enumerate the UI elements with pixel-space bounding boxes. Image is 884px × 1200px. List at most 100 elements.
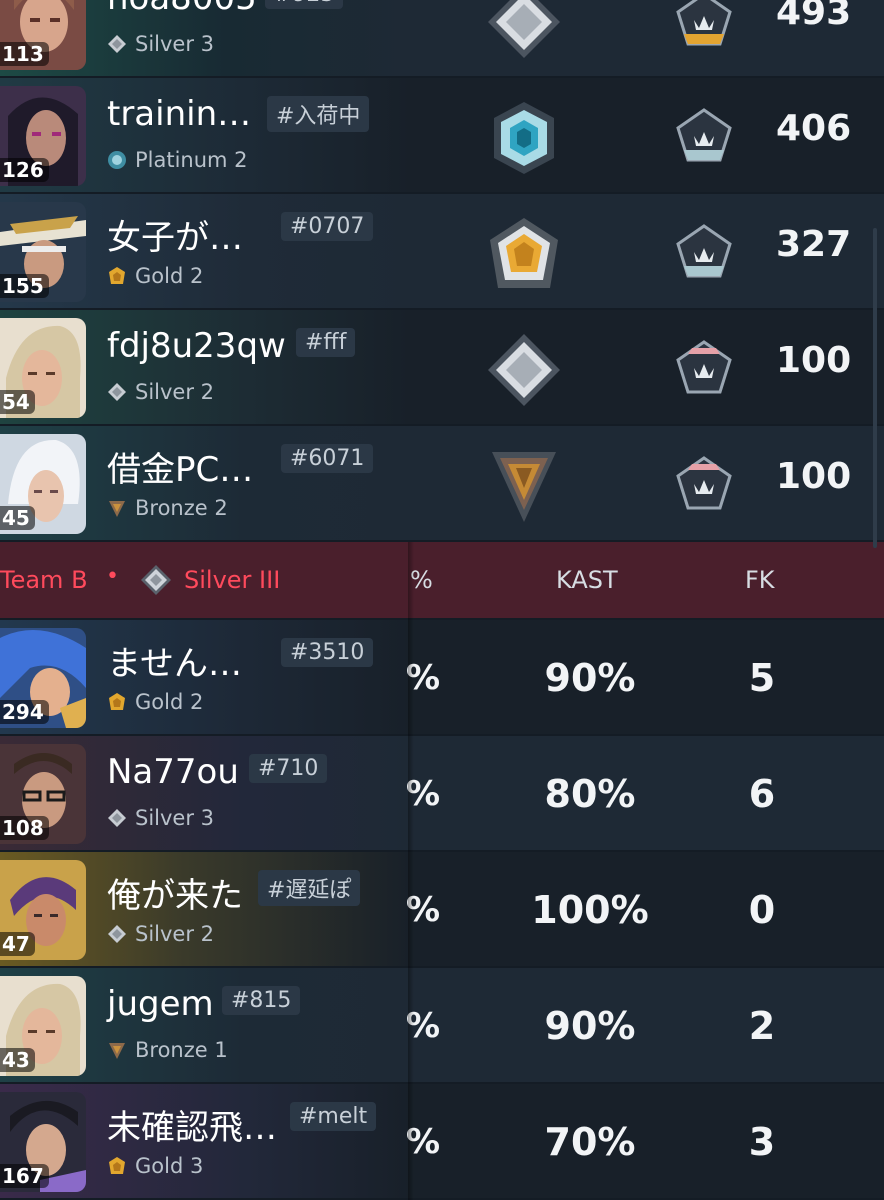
scrollbar[interactable] xyxy=(873,228,877,548)
silver-rank-icon xyxy=(108,35,126,53)
player-tag: #815 xyxy=(222,986,301,1015)
player-row[interactable]: 155 女子が… #0707 Gold 2 327 xyxy=(0,194,884,308)
silver-rank-icon xyxy=(108,383,126,401)
agent-avatar: 155 xyxy=(0,202,86,302)
team-b-header: Team B • Silver III % KAST FK xyxy=(0,542,884,618)
player-rank: Platinum 2 xyxy=(107,148,248,172)
kast-value: 70% xyxy=(544,1120,636,1164)
player-tag: #6071 xyxy=(281,444,374,473)
scoreboard: 113 noa8005 #923 Silver 3 493 126 traini… xyxy=(0,0,884,1200)
player-row[interactable]: 294 ません… #3510 Gold 2 % 90% 5 xyxy=(0,620,884,734)
player-level: 113 xyxy=(0,42,49,66)
fk-value: 2 xyxy=(748,1004,776,1048)
agent-avatar: 294 xyxy=(0,628,86,728)
fk-value: 0 xyxy=(748,888,776,932)
score-value: 493 xyxy=(776,0,852,33)
player-row[interactable]: 43 jugem #815 Bronze 1 % 90% 2 xyxy=(0,968,884,1082)
player-name[interactable]: 借金PC… xyxy=(107,442,253,491)
player-tag: #0707 xyxy=(281,212,374,241)
player-level: 54 xyxy=(0,390,35,414)
agent-avatar: 54 xyxy=(0,318,86,418)
player-rank: Silver 3 xyxy=(107,32,214,56)
score-value: 406 xyxy=(776,108,852,149)
player-row[interactable]: 167 未確認飛… #melt Gold 3 % 70% 3 xyxy=(0,1084,884,1198)
silver-rank-icon xyxy=(488,0,560,58)
player-rank: Gold 2 xyxy=(107,690,203,714)
player-name[interactable]: ません… xyxy=(107,636,242,685)
gold-rank-icon xyxy=(490,218,558,288)
player-rank: Bronze 2 xyxy=(107,496,228,520)
player-level: 294 xyxy=(0,700,49,724)
kast-value: 80% xyxy=(544,772,636,816)
frozen-column-shadow xyxy=(408,542,414,1200)
player-rank: Gold 2 xyxy=(107,264,203,288)
agent-avatar: 113 xyxy=(0,0,86,70)
player-tag: #入荷中 xyxy=(267,96,370,132)
player-row[interactable]: 54 fdj8u23qw #fff Silver 2 100 xyxy=(0,310,884,424)
silver-party-badge-icon xyxy=(676,224,732,278)
player-row[interactable]: 108 Na77ou #710 Silver 3 % 80% 6 xyxy=(0,736,884,850)
separator-dot: • xyxy=(106,564,119,589)
fk-value: 3 xyxy=(748,1120,776,1164)
player-level: 43 xyxy=(0,1048,35,1072)
player-name[interactable]: 未確認飛… xyxy=(107,1100,277,1149)
team-average-rank: Silver III xyxy=(184,566,281,594)
gold-rank-icon xyxy=(109,267,125,284)
player-level: 108 xyxy=(0,816,49,840)
player-tag: #3510 xyxy=(281,638,374,667)
score-value: 100 xyxy=(776,456,852,497)
player-rank: Bronze 1 xyxy=(107,1038,228,1062)
player-tag: #遅延ぽ xyxy=(258,870,361,906)
silver-rank-icon xyxy=(108,809,126,827)
score-value: 100 xyxy=(776,340,852,381)
player-level: 167 xyxy=(0,1164,49,1188)
column-header-kast[interactable]: KAST xyxy=(556,566,618,594)
kast-value: 90% xyxy=(544,1004,636,1048)
agent-avatar: 45 xyxy=(0,434,86,534)
gold-rank-icon xyxy=(109,1157,125,1174)
player-level: 45 xyxy=(0,506,35,530)
pink-party-badge-icon xyxy=(676,456,732,510)
player-tag: #923 xyxy=(265,0,344,9)
player-rank: Gold 3 xyxy=(107,1154,203,1178)
player-name[interactable]: trainin… xyxy=(107,94,251,134)
score-value: 327 xyxy=(776,224,852,265)
player-tag: #fff xyxy=(296,328,356,357)
player-name[interactable]: jugem xyxy=(107,984,214,1024)
bronze-rank-icon xyxy=(109,501,125,517)
player-rank: Silver 2 xyxy=(107,380,214,404)
silver-rank-icon xyxy=(141,565,171,595)
silver-party-badge-icon xyxy=(676,108,732,162)
bronze-rank-icon xyxy=(492,452,556,522)
agent-avatar: 108 xyxy=(0,744,86,844)
team-name: Team B xyxy=(0,566,88,594)
player-row[interactable]: 45 借金PC… #6071 Bronze 2 100 xyxy=(0,426,884,540)
fk-value: 5 xyxy=(748,656,776,700)
player-rank: Silver 3 xyxy=(107,806,214,830)
pink-party-badge-icon xyxy=(676,340,732,394)
agent-avatar: 126 xyxy=(0,86,86,186)
player-level: 155 xyxy=(0,274,49,298)
silver-rank-icon xyxy=(488,334,560,406)
player-name[interactable]: Na77ou xyxy=(107,752,239,792)
player-name[interactable]: noa8005 xyxy=(107,0,257,18)
player-level: 126 xyxy=(0,158,49,182)
player-row[interactable]: 113 noa8005 #923 Silver 3 493 xyxy=(0,0,884,76)
agent-avatar: 167 xyxy=(0,1092,86,1192)
silver-rank-icon xyxy=(108,925,126,943)
agent-avatar: 47 xyxy=(0,860,86,960)
agent-avatar: 43 xyxy=(0,976,86,1076)
column-header-fk[interactable]: FK xyxy=(745,566,775,594)
gold-party-badge-icon xyxy=(676,0,732,46)
player-row[interactable]: 47 俺が来た #遅延ぽ Silver 2 % 100% 0 xyxy=(0,852,884,966)
player-name[interactable]: 俺が来た xyxy=(107,868,243,917)
player-tag: #melt xyxy=(290,1102,377,1131)
kast-value: 90% xyxy=(544,656,636,700)
platinum-rank-icon xyxy=(108,151,126,169)
gold-rank-icon xyxy=(109,693,125,710)
player-name[interactable]: fdj8u23qw xyxy=(107,326,286,366)
player-name[interactable]: 女子が… xyxy=(107,210,243,259)
player-row[interactable]: 126 trainin… #入荷中 Platinum 2 406 xyxy=(0,78,884,192)
kast-value: 100% xyxy=(531,888,649,932)
player-level: 47 xyxy=(0,932,35,956)
